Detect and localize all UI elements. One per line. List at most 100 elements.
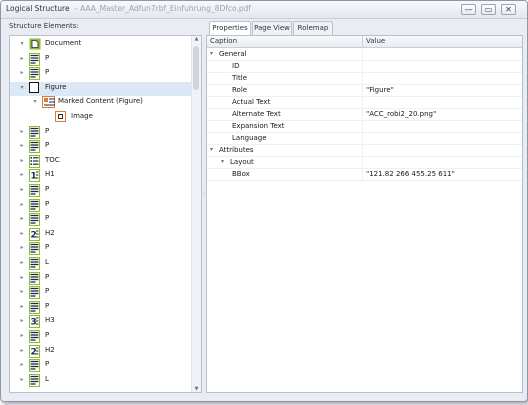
tree-node[interactable]: ▸ 2 H2: [10, 344, 191, 359]
property-value[interactable]: "121.82 266 455.25 611": [366, 170, 455, 178]
tree-node[interactable]: ▸ P: [10, 330, 191, 344]
expand-arrow-icon[interactable]: ▸: [18, 346, 26, 356]
window-title-text: Logical Structure: [6, 4, 70, 13]
scroll-down-icon[interactable]: ▼: [193, 386, 200, 392]
tree-node-label: P: [45, 199, 50, 208]
expand-arrow-icon[interactable]: ▸: [18, 170, 26, 180]
tree-node[interactable]: ▸ P: [10, 359, 191, 373]
panel-splitter-icon[interactable]: ⋮: [201, 191, 207, 203]
expand-arrow-icon[interactable]: ▸: [18, 185, 26, 195]
paragraph-icon: [29, 242, 40, 256]
tree-node[interactable]: ▾ Marked Content (Figure): [10, 96, 191, 110]
expand-arrow-icon[interactable]: ▸: [18, 316, 26, 326]
tree-node[interactable]: ▸ P: [10, 271, 191, 286]
tree-node[interactable]: ▸ L: [10, 373, 191, 388]
window-title: Logical Structure - AAA_Master_Adfun7rbf…: [6, 4, 251, 13]
tree-node[interactable]: ▸ P: [10, 198, 191, 213]
expand-arrow-icon[interactable]: [44, 112, 52, 122]
close-button[interactable]: ✕: [501, 4, 516, 15]
expand-arrow-icon[interactable]: ▸: [18, 273, 26, 283]
restore-button[interactable]: ▭: [481, 4, 496, 15]
tab-rolemap[interactable]: Rolemap: [293, 21, 333, 35]
tab-page-view[interactable]: Page View: [252, 21, 292, 35]
scrollbar-thumb[interactable]: [193, 46, 199, 90]
cell-divider: [362, 120, 363, 132]
tree-node[interactable]: ▸ P: [10, 300, 191, 315]
logical-structure-window: Logical Structure - AAA_Master_Adfun7rbf…: [0, 0, 528, 402]
collapse-arrow-icon[interactable]: ▾: [18, 39, 26, 49]
tree-node-label: L: [45, 258, 49, 266]
expand-arrow-icon[interactable]: ▸: [18, 243, 26, 253]
expand-arrow-icon[interactable]: ▸: [18, 287, 26, 297]
expand-arrow-icon[interactable]: ▸: [18, 141, 26, 151]
group-collapse-icon[interactable]: ▾: [210, 50, 213, 57]
tree-node-label: P: [45, 360, 50, 369]
expand-arrow-icon[interactable]: ▸: [18, 214, 26, 224]
list-icon: [29, 373, 40, 387]
tree-node[interactable]: ▸ P: [10, 184, 191, 198]
tree-node[interactable]: ▸ P: [10, 67, 191, 81]
paragraph-icon: [29, 67, 40, 81]
tree-node[interactable]: ▾ Figure: [10, 81, 191, 96]
cell-divider: [362, 156, 363, 168]
expand-arrow-icon[interactable]: ▸: [18, 200, 26, 210]
property-caption: General: [219, 50, 247, 58]
tree-node-label: Figure: [45, 82, 67, 91]
tree-node[interactable]: ▸ P: [10, 125, 191, 140]
property-caption: Role: [232, 86, 248, 94]
tree-node[interactable]: ▾ Document: [10, 38, 191, 52]
title-bar[interactable]: Logical Structure - AAA_Master_Adfun7rbf…: [1, 1, 527, 19]
expand-arrow-icon[interactable]: ▸: [18, 375, 26, 385]
property-value[interactable]: "ACC_robi2_20.png": [366, 110, 436, 118]
tree-node-label: Marked Content (Figure): [58, 97, 143, 106]
tree-node-label: P: [45, 243, 50, 252]
property-row[interactable]: BBox "121.82 266 455.25 611": [207, 168, 522, 181]
caption-column-header[interactable]: Caption: [210, 37, 237, 45]
group-collapse-icon[interactable]: ▾: [221, 158, 224, 165]
tree-node[interactable]: ▸ P: [10, 213, 191, 227]
structure-tree[interactable]: ▾ Document ▸ P ▸ P ▾ Figure ▾ Marked Content (Fig…: [9, 35, 202, 393]
expand-arrow-icon[interactable]: ▸: [18, 229, 26, 239]
tree-node[interactable]: ▸ 3 H3: [10, 315, 191, 329]
svg-text:3: 3: [31, 318, 37, 327]
scroll-up-icon[interactable]: ▲: [193, 36, 200, 42]
tab-properties[interactable]: Properties: [209, 21, 251, 36]
tree-node[interactable]: ▸ L: [10, 257, 191, 271]
heading-1-icon: 1: [29, 169, 40, 183]
cell-divider: [362, 144, 363, 156]
tree-node[interactable]: ▸ 2 H2: [10, 227, 191, 242]
group-collapse-icon[interactable]: ▾: [210, 146, 213, 153]
svg-text:1: 1: [31, 172, 37, 181]
tree-node-label: P: [45, 185, 50, 193]
collapse-arrow-icon[interactable]: ▾: [31, 97, 39, 107]
property-value[interactable]: "Figure": [366, 86, 394, 94]
tree-node-label: TOC: [45, 155, 60, 164]
expand-arrow-icon[interactable]: ▸: [18, 54, 26, 64]
expand-arrow-icon[interactable]: ▸: [18, 302, 26, 312]
tree-node[interactable]: Image: [10, 111, 191, 125]
tree-node[interactable]: ▸ TOC: [10, 154, 191, 169]
expand-arrow-icon[interactable]: ▸: [18, 156, 26, 166]
property-caption: Expansion Text: [232, 122, 285, 130]
tree-node[interactable]: ▸ P: [10, 286, 191, 300]
tree-scrollbar[interactable]: ▲ ▼: [191, 36, 201, 392]
tree-node[interactable]: ▸ 1 H1: [10, 169, 191, 183]
expand-arrow-icon[interactable]: ▸: [18, 331, 26, 341]
list-icon: [29, 257, 40, 270]
expand-arrow-icon[interactable]: ▸: [18, 127, 26, 137]
tree-node[interactable]: ▸ P: [10, 242, 191, 256]
cell-divider: [362, 84, 363, 96]
document-icon: [29, 38, 41, 50]
expand-arrow-icon[interactable]: ▸: [18, 258, 26, 268]
minimize-button[interactable]: —: [461, 4, 476, 15]
column-divider[interactable]: [362, 36, 363, 47]
expand-arrow-icon[interactable]: ▸: [18, 360, 26, 370]
value-column-header[interactable]: Value: [366, 37, 385, 45]
expand-arrow-icon[interactable]: ▸: [18, 68, 26, 78]
paragraph-icon: [29, 140, 40, 154]
tree-node[interactable]: ▸ P: [10, 140, 191, 154]
collapse-arrow-icon[interactable]: ▾: [18, 83, 26, 93]
tree-node-label: P: [45, 331, 50, 339]
tree-node[interactable]: ▸ P: [10, 52, 191, 67]
heading-3-icon: 3: [29, 315, 40, 329]
